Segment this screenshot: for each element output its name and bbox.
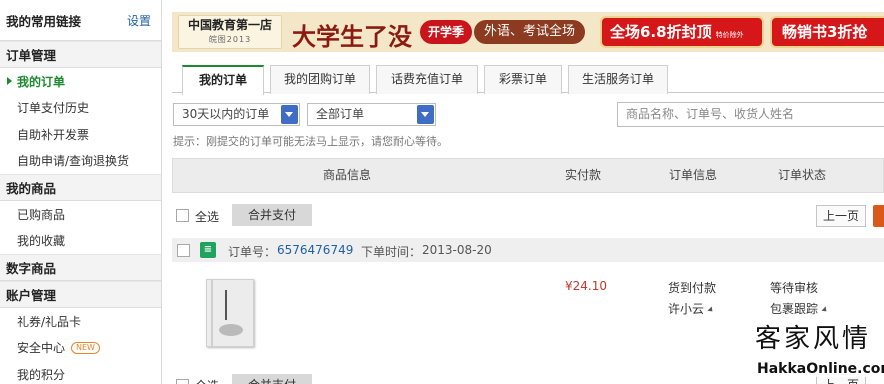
time-range-select[interactable]: 30天以内的订单 [173,103,300,126]
search-input[interactable]: 商品名称、订单号、收货人姓名 [617,102,884,127]
sidebar: 我的常用链接 设置 订单管理 我的订单 订单支付历史 自助补开发票 自助申请/查… [0,0,162,384]
tip-text: 提示：刚提交的订单可能无法马上显示，请您耐心等待。 [173,135,448,148]
recipient-label: 许小云 [668,302,705,316]
order-checkbox[interactable] [177,244,190,257]
order-header: ≡ 订单号： 6576476749 下单时间： 2013-08-20 [172,238,884,262]
promo-discount-box[interactable]: 全场6.8折封顶 特价除外 [600,16,764,48]
sidebar-item-invoice[interactable]: 自助补开发票 [0,121,161,148]
sidebar-heading-order-management[interactable]: 订单管理 [0,41,161,68]
next-page-button[interactable] [873,205,884,227]
sidebar-item-purchased[interactable]: 已购商品 [0,201,161,228]
package-tracking[interactable]: 包裹跟踪 [770,300,829,317]
sidebar-heading-digital[interactable]: 数字商品 [0,254,161,281]
watermark-calligraphy: 客家风情 [755,324,872,354]
promo-banner[interactable]: 中国教育第一店 皖图2013 大学生了没 开学季 外语、考试全场 全场6.8折封… [172,12,884,52]
column-order-status: 订单状态 [778,168,827,182]
order-number-label: 订单号： [228,245,277,259]
order-price: ¥24.10 [565,279,607,293]
chevron-down-icon [417,105,434,124]
column-paid: 实付款 [565,168,602,182]
payment-method: 货到付款 [668,281,717,295]
watermark-url: HakkaOnline.com [755,361,884,377]
table-header: 商品信息 实付款 订单信息 订单状态 [172,158,884,193]
store-logo: 中国教育第一店 皖图2013 [178,15,282,49]
tab-my-orders[interactable]: 我的订单 [182,65,264,95]
order-status: 等待审核 [770,281,819,295]
banner-headline: 大学生了没 [292,22,412,51]
sidebar-item-payment-history[interactable]: 订单支付历史 [0,95,161,122]
book-cover-calligraphy [225,290,233,320]
book-cover-illustration [219,324,243,336]
settings-link[interactable]: 设置 [127,12,151,29]
tab-group-orders[interactable]: 我的团购订单 [270,65,370,94]
select-all-checkbox[interactable] [176,209,189,222]
sidebar-item-points[interactable]: 我的积分 [0,361,161,384]
logo-subtitle: 皖图2013 [208,35,252,44]
book-spine [211,280,213,346]
order-tabs: 我的订单 我的团购订单 话费充值订单 彩票订单 生活服务订单 [172,63,884,95]
sidebar-header: 我的常用链接 设置 [0,0,161,41]
sidebar-heading-account[interactable]: 账户管理 [0,281,161,308]
column-order-info: 订单信息 [669,168,718,182]
order-time-label: 下单时间： [361,245,422,259]
promo-discount-text: 全场6.8折封顶 [610,23,712,41]
order-icon: ≡ [200,242,216,258]
select-all-label-bottom: 全选 [195,377,219,384]
sidebar-item-favorites[interactable]: 我的收藏 [0,228,161,255]
select-all-checkbox-bottom[interactable] [176,379,189,384]
sidebar-heading-my-products[interactable]: 我的商品 [0,174,161,201]
merge-pay-button[interactable]: 合并支付 [232,204,312,226]
order-time: 2013-08-20 [422,243,492,257]
sidebar-item-returns[interactable]: 自助申请/查询退换货 [0,148,161,175]
expand-icon [707,305,715,314]
chevron-down-icon [281,105,298,124]
expand-icon [821,305,829,314]
semester-pill: 开学季 [420,20,473,44]
status-value: 全部订单 [316,107,365,121]
product-thumbnail[interactable] [206,279,254,347]
order-number-link[interactable]: 6576476749 [277,243,353,257]
sidebar-title: 我的常用链接 [6,13,82,29]
select-all-label: 全选 [195,210,220,224]
prev-page-button[interactable]: 上一页 [816,205,866,227]
promo-discount-note: 特价除外 [715,31,744,39]
time-range-value: 30天以内的订单 [182,107,270,121]
sidebar-item-label: 安全中心 [17,341,66,356]
sidebar-item-gift-cards[interactable]: 礼券/礼品卡 [0,308,161,335]
recipient-name[interactable]: 许小云 [668,300,715,317]
column-product: 商品信息 [323,168,372,182]
new-badge: NEW [71,341,100,354]
merge-pay-button-bottom[interactable]: 合并支付 [232,374,312,384]
sidebar-item-security[interactable]: 安全中心 NEW [0,335,161,362]
tab-life-service-orders[interactable]: 生活服务订单 [568,65,668,94]
logo-title: 中国教育第一店 [187,18,272,32]
tracking-label: 包裹跟踪 [770,302,819,316]
categories-pill: 外语、考试全场 [474,20,586,44]
tab-topup-orders[interactable]: 话费充值订单 [376,65,478,94]
sidebar-item-my-orders[interactable]: 我的订单 [0,68,161,95]
promo-bestseller-box[interactable]: 畅销书3折抢 [770,16,884,48]
tab-lottery-orders[interactable]: 彩票订单 [484,65,562,94]
status-select[interactable]: 全部订单 [307,103,436,126]
